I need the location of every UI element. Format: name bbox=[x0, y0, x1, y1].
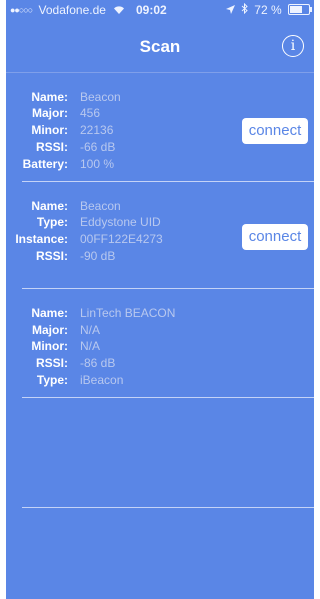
device-row[interactable]: Name: Beacon Major: 456 Minor: 22136 RSSI: -66 … bbox=[6, 73, 314, 182]
field-label: Name: bbox=[31, 199, 68, 213]
field-label: Name: bbox=[31, 306, 68, 320]
field-value: 456 bbox=[80, 106, 101, 120]
device-field: Battery: 100 % bbox=[6, 157, 306, 173]
field-value: iBeacon bbox=[80, 373, 124, 387]
field-label: Major: bbox=[32, 323, 68, 337]
carrier-name: Vodafone.de bbox=[38, 3, 106, 17]
field-value: -90 dB bbox=[80, 249, 116, 263]
field-label: Battery: bbox=[22, 157, 68, 171]
scan-screen: ●●○○○ Vodafone.de 09:02 72 % Scan i Name… bbox=[6, 0, 314, 599]
device-field: Major: N/A bbox=[6, 323, 306, 339]
field-value: Beacon bbox=[80, 199, 121, 213]
wifi-icon bbox=[113, 5, 125, 17]
field-value: N/A bbox=[80, 339, 101, 353]
device-row[interactable]: Name: Beacon Type: Eddystone UID Instance: 00… bbox=[6, 182, 314, 289]
row-separator bbox=[22, 507, 314, 508]
field-value: 22136 bbox=[80, 123, 114, 137]
field-value: 100 % bbox=[80, 157, 115, 171]
field-label: Type: bbox=[36, 215, 68, 229]
field-value: Eddystone UID bbox=[80, 215, 161, 229]
device-row[interactable]: Name: LinTech BEACON Major: N/A Minor: N/A RSS… bbox=[6, 289, 314, 398]
device-field: Name: Beacon bbox=[6, 90, 306, 106]
field-label: Minor: bbox=[31, 339, 68, 353]
field-value: 00FF122E4273 bbox=[80, 232, 163, 246]
carrier-group: ●●○○○ Vodafone.de bbox=[10, 3, 125, 17]
info-icon[interactable]: i bbox=[282, 35, 304, 57]
status-time: 09:02 bbox=[136, 3, 167, 17]
device-field: RSSI: -86 dB bbox=[6, 356, 306, 372]
field-label: Instance: bbox=[15, 232, 68, 246]
battery-percent: 72 % bbox=[254, 3, 282, 17]
connect-button[interactable]: connect bbox=[242, 224, 308, 250]
device-field: Type: iBeacon bbox=[6, 373, 306, 389]
navigation-bar: Scan i bbox=[6, 22, 314, 72]
device-list: Name: Beacon Major: 456 Minor: 22136 RSSI: -66 … bbox=[6, 73, 314, 508]
field-value: N/A bbox=[80, 323, 101, 337]
field-label: Type: bbox=[36, 373, 68, 387]
field-label: RSSI: bbox=[35, 356, 68, 370]
field-value: -86 dB bbox=[80, 356, 116, 370]
connect-button[interactable]: connect bbox=[242, 118, 308, 144]
status-bar: ●●○○○ Vodafone.de 09:02 72 % bbox=[6, 0, 314, 22]
bluetooth-icon bbox=[241, 2, 251, 17]
battery-icon bbox=[288, 4, 312, 15]
field-label: Major: bbox=[32, 106, 68, 120]
device-field: RSSI: -90 dB bbox=[6, 249, 306, 265]
field-label: RSSI: bbox=[35, 140, 68, 154]
field-value: Beacon bbox=[80, 90, 121, 104]
device-field: Name: LinTech BEACON bbox=[6, 306, 306, 322]
field-value: LinTech BEACON bbox=[80, 306, 176, 320]
field-label: RSSI: bbox=[35, 249, 68, 263]
device-field: Name: Beacon bbox=[6, 199, 306, 215]
device-field: Minor: N/A bbox=[6, 339, 306, 355]
device-row[interactable] bbox=[6, 398, 314, 508]
field-value: -66 dB bbox=[80, 140, 116, 154]
page-title: Scan bbox=[139, 37, 181, 56]
field-label: Minor: bbox=[31, 123, 68, 137]
field-label: Name: bbox=[31, 90, 68, 104]
status-right-group: 72 % bbox=[226, 2, 312, 17]
signal-strength-icon: ●●○○○ bbox=[10, 5, 33, 15]
location-arrow-icon bbox=[226, 5, 238, 17]
